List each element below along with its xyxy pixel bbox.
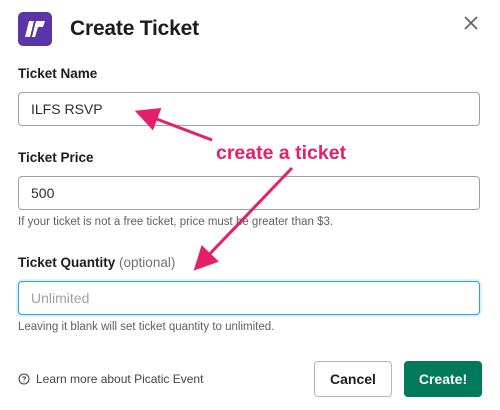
annotation-label: create a ticket [216, 142, 347, 164]
question-circle-icon [18, 373, 30, 385]
learn-more-text: Learn more about Picatic Event [36, 372, 204, 386]
optional-hint: (optional) [119, 255, 176, 270]
ticket-name-label: Ticket Name [18, 66, 98, 81]
ticket-name-input[interactable] [18, 92, 480, 126]
cancel-button[interactable]: Cancel [314, 361, 392, 397]
create-ticket-dialog: Create Ticket Ticket Name Ticket Price I… [0, 0, 500, 410]
create-button[interactable]: Create! [404, 361, 482, 397]
learn-more-link[interactable]: Learn more about Picatic Event [18, 372, 203, 386]
ticket-price-label: Ticket Price [18, 150, 94, 165]
close-icon[interactable] [462, 14, 480, 32]
ticket-price-input[interactable] [18, 176, 480, 210]
ticket-price-help: If your ticket is not a free ticket, pri… [18, 216, 334, 228]
dialog-title: Create Ticket [70, 17, 199, 40]
dialog-header: Create Ticket [18, 12, 199, 46]
ticket-quantity-label-text: Ticket Quantity [18, 255, 116, 270]
ticket-quantity-input[interactable] [18, 281, 480, 315]
picatic-logo-icon [18, 12, 52, 46]
ticket-quantity-help: Leaving it blank will set ticket quantit… [18, 321, 275, 333]
ticket-quantity-label: Ticket Quantity (optional) [18, 255, 175, 270]
